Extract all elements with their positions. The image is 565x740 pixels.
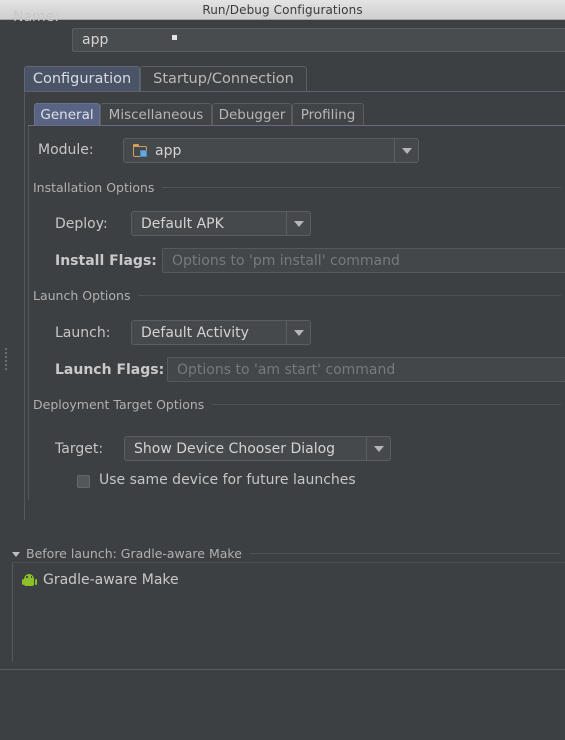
deploy-chevron-down-icon[interactable] bbox=[286, 212, 310, 235]
name-input-value: app bbox=[82, 32, 109, 48]
tab-profiling[interactable]: Profiling bbox=[292, 103, 364, 125]
launch-chevron-down-icon[interactable] bbox=[286, 321, 310, 344]
run-debug-configurations-dialog: Run/Debug Configurations Name: app Confi… bbox=[0, 0, 565, 740]
before-launch-line bbox=[249, 553, 560, 554]
launch-flags-label: Launch Flags: bbox=[55, 362, 165, 378]
target-combobox-value: Show Device Chooser Dialog bbox=[134, 440, 336, 457]
deploy-combobox[interactable]: Default APK bbox=[131, 211, 311, 236]
deploy-combobox-value: Default APK bbox=[141, 215, 224, 232]
tab-miscellaneous-label: Miscellaneous bbox=[108, 106, 204, 123]
status-bar: ! Error: Please select Android SDK bbox=[0, 670, 565, 740]
group-launch-options: Launch Options bbox=[33, 288, 561, 303]
deploy-label: Deploy: bbox=[55, 216, 108, 232]
tab-startup-connection[interactable]: Startup/Connection bbox=[140, 66, 307, 91]
window-title: Run/Debug Configurations bbox=[202, 2, 363, 17]
launch-flags-placeholder: Options to 'am start' command bbox=[177, 361, 396, 378]
window-titlebar: Run/Debug Configurations bbox=[0, 0, 565, 20]
launch-flags-input[interactable]: Options to 'am start' command bbox=[167, 357, 565, 382]
group-deployment-target-options: Deployment Target Options bbox=[33, 397, 561, 412]
name-label: Name: bbox=[13, 9, 60, 25]
android-icon bbox=[21, 573, 37, 587]
before-launch-item-label: Gradle-aware Make bbox=[43, 572, 179, 588]
target-label: Target: bbox=[55, 441, 104, 457]
list-item[interactable]: Gradle-aware Make bbox=[21, 570, 179, 590]
group-launch-options-title: Launch Options bbox=[33, 288, 131, 303]
tab-startup-connection-label: Startup/Connection bbox=[153, 71, 294, 87]
before-launch-title: Before launch: Gradle-aware Make bbox=[26, 546, 242, 561]
chevron-down-icon[interactable] bbox=[12, 552, 20, 557]
tab-debugger-label: Debugger bbox=[218, 106, 286, 123]
tab-debugger[interactable]: Debugger bbox=[212, 103, 292, 125]
launch-combobox-value: Default Activity bbox=[141, 324, 249, 341]
target-combobox[interactable]: Show Device Chooser Dialog bbox=[124, 436, 391, 461]
module-chevron-down-icon[interactable] bbox=[394, 139, 418, 162]
group-deployment-target-options-title: Deployment Target Options bbox=[33, 397, 205, 412]
name-input[interactable] bbox=[72, 28, 565, 52]
outer-tab-bar: Configuration Startup/Connection bbox=[0, 66, 565, 92]
module-combobox-value: app bbox=[155, 142, 182, 159]
text-cursor-artifact bbox=[172, 35, 177, 40]
module-label: Module: bbox=[38, 142, 94, 158]
install-flags-input[interactable]: Options to 'pm install' command bbox=[162, 248, 565, 273]
launch-combobox[interactable]: Default Activity bbox=[131, 320, 311, 345]
install-flags-label: Install Flags: bbox=[55, 253, 157, 269]
group-installation-options: Installation Options bbox=[33, 180, 561, 195]
tab-miscellaneous[interactable]: Miscellaneous bbox=[100, 103, 212, 125]
group-installation-options-line bbox=[162, 187, 561, 188]
panel-splitter-handle[interactable] bbox=[5, 348, 10, 370]
group-deployment-target-options-line bbox=[212, 404, 561, 405]
tab-general[interactable]: General bbox=[34, 103, 100, 125]
tab-configuration-label: Configuration bbox=[32, 71, 132, 87]
general-form: Module: app Installation Options Deploy:… bbox=[28, 126, 565, 500]
group-installation-options-title: Installation Options bbox=[33, 180, 155, 195]
tab-configuration[interactable]: Configuration bbox=[24, 66, 140, 91]
module-combobox[interactable]: app bbox=[123, 138, 419, 163]
module-folder-icon bbox=[133, 143, 149, 158]
inner-tab-bar: General Miscellaneous Debugger Profiling bbox=[28, 103, 565, 126]
use-same-device-checkbox[interactable] bbox=[77, 475, 90, 488]
launch-label: Launch: bbox=[55, 325, 111, 341]
install-flags-placeholder: Options to 'pm install' command bbox=[172, 252, 400, 269]
group-launch-options-line bbox=[138, 295, 561, 296]
tab-general-label: General bbox=[40, 106, 94, 123]
target-chevron-down-icon[interactable] bbox=[366, 437, 390, 460]
tab-profiling-label: Profiling bbox=[300, 106, 356, 123]
before-launch-header[interactable]: Before launch: Gradle-aware Make bbox=[12, 546, 560, 561]
use-same-device-label: Use same device for future launches bbox=[99, 472, 356, 488]
